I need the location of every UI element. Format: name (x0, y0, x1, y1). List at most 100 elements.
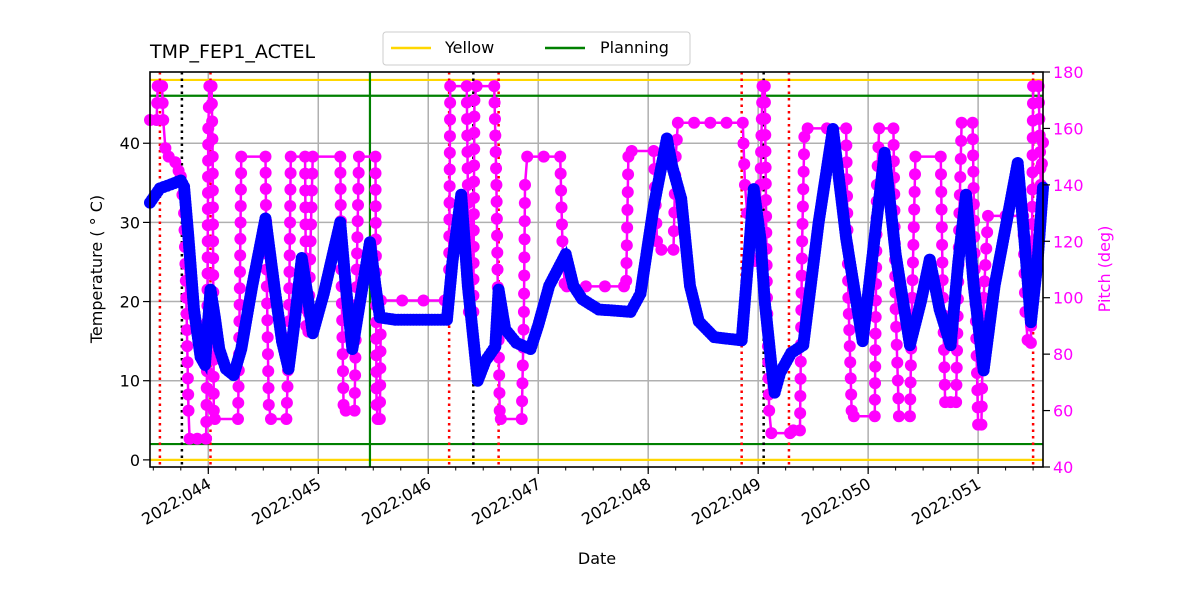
pitch-point (351, 231, 364, 244)
pitch-point (334, 199, 347, 212)
pitch-point (890, 320, 903, 333)
pitch-point (891, 356, 904, 369)
y2-tick-label: 180 (1053, 63, 1084, 82)
pitch-point (765, 427, 778, 440)
pitch-point (233, 282, 246, 295)
pitch-point (794, 407, 807, 420)
pitch-point (374, 379, 387, 392)
pitch-point (488, 80, 501, 93)
pitch-point (759, 128, 772, 141)
x-tick-label: 2022:046 (358, 474, 434, 529)
pitch-point (234, 183, 247, 196)
pitch-point (491, 263, 504, 276)
pitch-point (907, 238, 920, 251)
pitch-point (283, 249, 296, 262)
pitch-point (233, 265, 246, 278)
pitch-point (887, 138, 900, 151)
pitch-point (517, 323, 530, 336)
legend: Yellow Planning (382, 31, 691, 66)
pitch-point (537, 150, 550, 163)
pitch-point (598, 280, 611, 293)
pitch-point (468, 175, 481, 188)
pitch-point (490, 195, 503, 208)
pitch-point (417, 294, 430, 307)
pitch-point (936, 256, 949, 269)
pitch-point (470, 80, 483, 93)
y2-tick-label: 100 (1053, 289, 1084, 308)
y-tick-label: 0 (130, 451, 140, 470)
pitch-point (801, 122, 814, 135)
pitch-point (556, 235, 569, 248)
pitch-point (181, 372, 194, 385)
pitch-point (182, 388, 195, 401)
pitch-point (887, 122, 900, 135)
pitch-point (468, 159, 481, 172)
pitch-point (207, 269, 220, 282)
pitch-point (156, 80, 169, 93)
pitch-point (349, 369, 362, 382)
pitch-point (975, 400, 988, 413)
pitch-point (283, 232, 296, 245)
pitch-point (235, 150, 248, 163)
y-axis-label: Temperature ( ° C) (87, 195, 106, 344)
pitch-point (281, 380, 294, 393)
pitch-point (491, 229, 504, 242)
pitch-point (934, 150, 947, 163)
pitch-point (720, 116, 733, 129)
pitch-point (206, 150, 219, 163)
pitch-point (794, 389, 807, 402)
pitch-point (208, 413, 221, 426)
pitch-point (234, 249, 247, 262)
pitch-point (284, 167, 297, 180)
pitch-point (954, 152, 967, 165)
pitch-point (906, 274, 919, 287)
y-tick-label: 20 (120, 293, 140, 312)
pitch-point (869, 360, 882, 373)
pitch-point (234, 216, 247, 229)
pitch-point (892, 392, 905, 405)
pitch-point (493, 369, 506, 382)
pitch-point (259, 150, 272, 163)
pitch-point (181, 340, 194, 353)
pitch-point (625, 145, 638, 157)
pitch-point (374, 396, 387, 409)
pitch-point (981, 226, 994, 239)
pitch-point (516, 377, 529, 390)
pitch-point (845, 388, 858, 401)
pitch-point (352, 182, 365, 195)
pitch-point (443, 163, 456, 176)
pitch-point (518, 215, 531, 228)
pitch-point (521, 150, 534, 163)
pitch-point (737, 137, 750, 150)
pitch-point (374, 328, 387, 341)
pitch-point (468, 143, 481, 156)
pitch-point (555, 218, 568, 231)
pitch-point (904, 393, 917, 406)
pitch-point (840, 122, 853, 135)
pitch-point (935, 221, 948, 234)
pitch-point (205, 97, 218, 110)
pitch-point (206, 218, 219, 231)
pitch-point (518, 196, 531, 209)
legend-label-yellow: Yellow (444, 38, 494, 57)
pitch-point (980, 242, 993, 255)
pitch-point (759, 161, 772, 174)
y2-tick-label: 140 (1053, 176, 1084, 195)
pitch-point (443, 130, 456, 143)
pitch-point (494, 413, 507, 426)
pitch-point (259, 199, 272, 212)
pitch-point (207, 235, 220, 248)
pitch-point (967, 149, 980, 162)
pitch-point (620, 239, 633, 252)
pitch-point (688, 116, 701, 129)
pitch-point (443, 146, 456, 159)
y2-tick-label: 160 (1053, 119, 1084, 138)
pitch-point (904, 376, 917, 389)
pitch-point (206, 133, 219, 146)
pitch-point (759, 177, 772, 190)
pitch-point (979, 258, 992, 271)
pitch-point (794, 372, 807, 385)
pitch-point (758, 96, 771, 109)
y-axis-left: 0 10 20 30 40 (120, 134, 150, 470)
pitch-point (516, 359, 529, 372)
